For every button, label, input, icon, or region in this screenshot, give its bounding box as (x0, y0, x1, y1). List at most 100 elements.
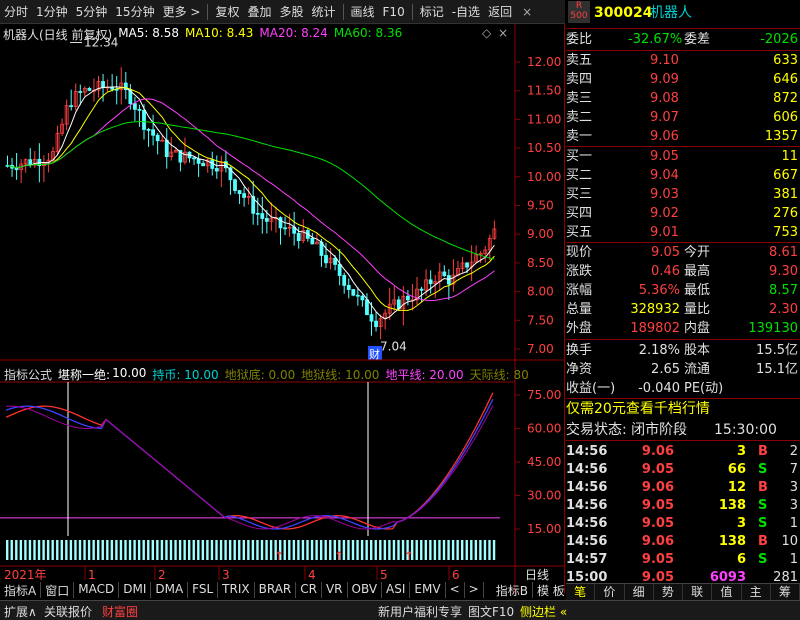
signal-bar (242, 540, 245, 560)
signal-bar (238, 540, 241, 560)
bottom-right-item-2[interactable]: 侧边栏 « (520, 603, 567, 620)
signal-bar (433, 540, 437, 560)
quote-tab-4[interactable]: 联 (683, 584, 713, 600)
quote-tab-7[interactable]: 筹 (771, 584, 800, 600)
period-label[interactable]: 日线 (525, 568, 549, 582)
bottom-right-item-1[interactable]: 图文F10 (468, 603, 514, 620)
indicator-tab-2[interactable]: MACD (74, 582, 120, 598)
bottom-left-item-1[interactable]: 关联报价 (44, 603, 92, 620)
toolbar-item-11[interactable]: 标记 (416, 3, 448, 20)
indicator-tab-8[interactable]: CR (296, 582, 322, 598)
signal-bar (92, 540, 95, 560)
promo-row[interactable]: 仅需20元查看千档行情 (566, 400, 800, 419)
signal-bar (451, 540, 455, 560)
tick-volume: 138 (718, 498, 746, 513)
stat2-row-1: 净资 2.65 流通 15.1亿 (566, 360, 800, 379)
signal-bar (119, 540, 123, 560)
signal-bar (347, 540, 350, 560)
stat2-row-0: 换手 2.18% 股本 15.5亿 (566, 341, 800, 360)
indicator-tick-label: 45.00 (527, 455, 561, 469)
signal-bar (169, 540, 173, 560)
candle-body (346, 284, 351, 290)
ask-price: 9.09 (650, 72, 679, 87)
quote-tab-6[interactable]: 主 (742, 584, 771, 600)
signal-bar (465, 540, 468, 560)
toolbar-item-7[interactable]: 多股 (275, 3, 307, 20)
indicator-tab-6[interactable]: TRIX (218, 582, 255, 598)
indicator-tab-11[interactable]: ASI (382, 582, 411, 598)
indicator-tab-3[interactable]: DMI (119, 582, 152, 598)
candle-body (146, 128, 151, 131)
indicator-tab-9[interactable]: VR (322, 582, 348, 598)
tick-volume: 3 (736, 444, 746, 459)
indicator-tab-4[interactable]: DMA (151, 582, 189, 598)
signal-bar (137, 540, 141, 560)
signal-bar (78, 540, 82, 560)
quote-tab-1[interactable]: 价 (595, 584, 625, 600)
toolbar-item-10[interactable]: F10 (379, 5, 409, 19)
date-label: 3 (222, 568, 230, 582)
toolbar-item-13[interactable]: 返回 (484, 3, 516, 20)
stat-row-3: 总量 328932 量比 2.30 (566, 300, 800, 319)
stock-name: 机器人 (650, 5, 692, 21)
indicator-tab-10[interactable]: OBV (348, 582, 383, 598)
signal-bar (6, 540, 9, 560)
toolbar-item-5[interactable]: 复权 (211, 3, 243, 20)
signal-bar (415, 540, 418, 560)
finance-marker-label: 财 (369, 347, 380, 361)
toolbar-item-3[interactable]: 15分钟 (111, 3, 158, 20)
toolbar-item-0[interactable]: 分时 (0, 3, 32, 20)
stat-label: 总量 (566, 302, 593, 317)
indicator-tab-13[interactable]: < (446, 582, 465, 598)
toolbar-item-12[interactable]: -自选 (448, 3, 484, 20)
indicator-formula-button[interactable]: 指标公式 (4, 366, 52, 383)
candle-body (14, 167, 19, 171)
toolbar-item-6[interactable]: 叠加 (243, 3, 275, 20)
toolbar-item-1[interactable]: 1分钟 (32, 3, 72, 20)
indicator-tab-16[interactable]: 模 板 (533, 582, 570, 598)
indicator-tab-12[interactable]: EMV (410, 582, 446, 598)
indicator-tab-5[interactable]: FSL (188, 582, 219, 598)
indicator-tab-1[interactable]: 窗口 (41, 582, 75, 598)
signal-bar (201, 540, 205, 560)
price-tick-label: 7.00 (527, 342, 554, 356)
toolbar-close-icon[interactable]: × (518, 5, 536, 19)
toolbar-item-4[interactable]: 更多 > (159, 3, 205, 20)
kline-chart-panel[interactable]: 12.00 11.50 11.00 10.50 10.00 9.50 9.00 8.50 8.0… (0, 24, 603, 598)
indicator-value: 10.00 (112, 366, 147, 380)
chart-close-icon[interactable]: × (498, 26, 508, 40)
weicha-label: 委差 (684, 32, 711, 47)
bottom-left-item-2[interactable]: 财富圈 (102, 603, 138, 620)
toolbar-item-2[interactable]: 5分钟 (72, 3, 112, 20)
indicator-tab-15[interactable]: 指标B (492, 582, 533, 598)
stat-value: 9.05 (651, 245, 680, 260)
ma-label-1: MA10: 8.43 (184, 26, 254, 40)
quote-tab-2[interactable]: 细 (625, 584, 654, 600)
bottom-right-item-0[interactable]: 新用户福利专享 (378, 603, 462, 620)
bottom-left-item-0[interactable]: 扩展∧ (4, 603, 37, 620)
quote-tab-0[interactable]: 笔 (566, 584, 596, 600)
kline-svg[interactable]: 12.00 11.50 11.00 10.50 10.00 9.50 9.00 8.50 8.0… (0, 24, 565, 594)
tick-price: 9.06 (641, 444, 674, 459)
chart-settings-icon[interactable]: ◇ (482, 26, 491, 40)
price-tick-label: 11.00 (527, 112, 561, 126)
stat-label: 收益(一) (566, 381, 616, 396)
signal-bar (206, 540, 209, 560)
indicator-tab-14[interactable]: > (465, 582, 484, 598)
signal-bar (388, 540, 391, 560)
indicator-tab-0[interactable]: 指标A (0, 582, 42, 598)
quote-tab-5[interactable]: 值 (712, 584, 742, 600)
stat-label: PE(动) (684, 381, 724, 396)
toolbar-item-8[interactable]: 统计 (308, 3, 340, 20)
bid-row-2: 买三 9.03 381 (566, 185, 800, 204)
tick-price: 9.05 (641, 552, 674, 567)
signal-bar (151, 540, 154, 560)
tick-count: 1 (789, 552, 798, 567)
candle-body (296, 232, 301, 241)
indicator-tab-7[interactable]: BRAR (255, 582, 297, 598)
toolbar-item-9[interactable]: 画线 (347, 3, 379, 20)
quote-tab-3[interactable]: 势 (654, 584, 683, 600)
buy-arrow-icon: ↑ (334, 549, 344, 563)
candle-body (465, 262, 469, 268)
signal-bar (461, 540, 464, 560)
